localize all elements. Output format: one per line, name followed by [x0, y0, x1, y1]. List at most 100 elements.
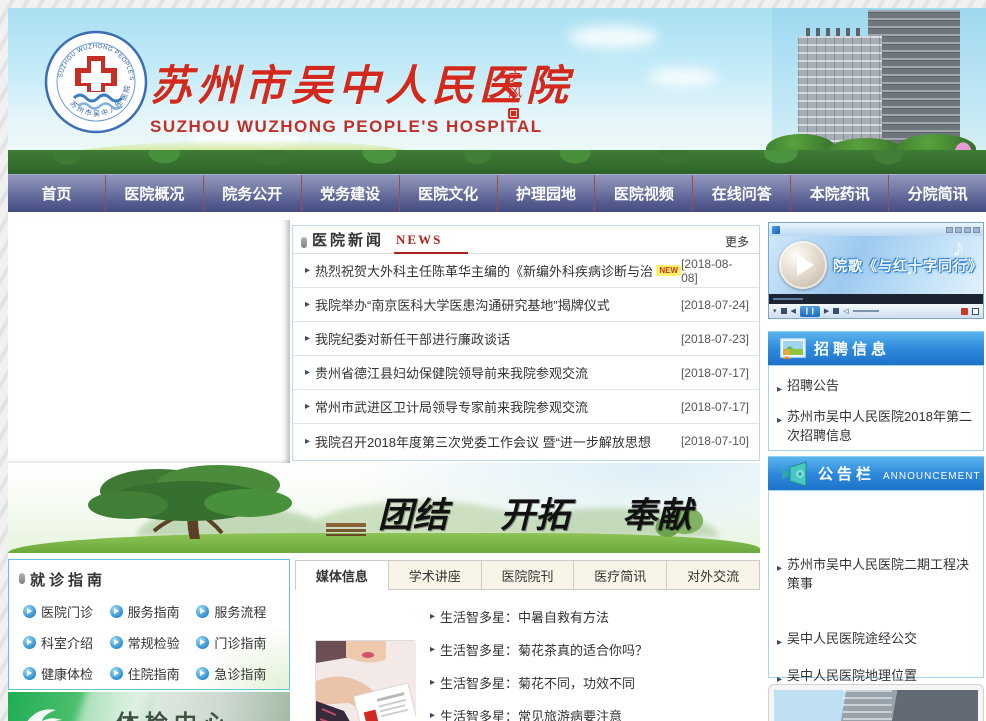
- main-nav: 首页 医院概况 院务公开 党务建设 医院文化 护理园地 医院视频 在线问答 本院…: [8, 174, 986, 212]
- hospital-intro-card[interactable]: 医院简介: [768, 684, 984, 721]
- nav-item-home[interactable]: 首页: [8, 175, 106, 212]
- previous-button[interactable]: ◀: [791, 307, 796, 315]
- page-background: SUZHOU WUZHONG PEOPLE'S HOSPITAL 苏州市吴中人民…: [0, 0, 986, 721]
- nav-item-hospital-culture[interactable]: 医院文化: [400, 175, 498, 212]
- hospital-title-en: SUZHOU WUZHONG PEOPLE'S HOSPITAL: [150, 117, 573, 137]
- news-link[interactable]: 热烈祝贺大外科主任陈革华主编的《新编外科疾病诊断与治: [315, 261, 652, 280]
- announcement-header: 公告栏 ANNOUNCEMENT: [768, 456, 984, 490]
- announcement-link[interactable]: 吴中人民医院途经公交: [787, 629, 917, 648]
- tab-medical-briefs[interactable]: 医疗简讯: [574, 561, 667, 590]
- volume-icon[interactable]: ◁: [843, 307, 848, 315]
- player-title-bar: [769, 223, 983, 236]
- arrow-icon: ▸: [305, 436, 310, 447]
- volume-slider[interactable]: [853, 310, 879, 312]
- arrow-icon: ▸: [777, 411, 782, 430]
- news-link[interactable]: 贵州省德江县妇幼保健院领导前来我院参观交流: [315, 363, 588, 382]
- guide-link-emergency-guide[interactable]: 急诊指南: [196, 658, 283, 689]
- image-carousel-placeholder[interactable]: [8, 220, 290, 463]
- guide-link-service-guide[interactable]: 服务指南: [110, 596, 197, 627]
- nav-item-party-building[interactable]: 党务建设: [302, 175, 400, 212]
- arrow-icon: ▸: [305, 333, 310, 344]
- nav-item-nursing-garden[interactable]: 护理园地: [498, 175, 596, 212]
- record-icon[interactable]: [961, 308, 968, 315]
- news-link[interactable]: 我院举办“南京医科大学医患沟通研究基地”揭牌仪式: [315, 295, 610, 314]
- video-player[interactable]: ♪ ♫ 院歌《与红十字同行》 ▾ ◀ ❙❙ ▶ ◁: [768, 222, 984, 319]
- media-link[interactable]: 生活智多星：中暑自救有方法: [440, 607, 609, 626]
- minimize-icon[interactable]: [955, 227, 962, 233]
- video-caption: 院歌《与红十字同行》: [833, 256, 983, 276]
- announcement-link[interactable]: 吴中人民医院地理位置: [787, 666, 917, 685]
- recruit-link[interactable]: 招聘公告: [787, 376, 839, 395]
- guide-link-inpatient-guide[interactable]: 住院指南: [110, 658, 197, 689]
- tab-external-exchange[interactable]: 对外交流: [667, 561, 760, 590]
- guide-link-health-checkup[interactable]: 健康体检: [23, 658, 110, 689]
- nav-item-online-qa[interactable]: 在线问答: [693, 175, 791, 212]
- motto-banner: 团结 开拓 奉献: [8, 463, 760, 553]
- recruit-header: 招聘信息: [768, 331, 984, 365]
- guide-label: 急诊指南: [214, 664, 266, 683]
- circle-arrow-icon: [196, 667, 209, 680]
- bullet-icon: [19, 573, 25, 584]
- settings-icon[interactable]: [946, 227, 953, 233]
- header-banner: SUZHOU WUZHONG PEOPLE'S HOSPITAL 苏州市吴中人民…: [8, 8, 986, 174]
- news-link[interactable]: 我院召开2018年度第三次党委工作会议 暨“进一步解放思想: [315, 432, 651, 451]
- progress-bar[interactable]: [769, 294, 983, 304]
- next-button[interactable]: ▶: [824, 307, 829, 315]
- news-link[interactable]: 我院纪委对新任干部进行廉政谈话: [315, 329, 510, 348]
- news-more-link[interactable]: 更多: [725, 233, 749, 250]
- recruit-link[interactable]: 苏州市吴中人民医院2018年第二次招聘信息: [787, 407, 975, 445]
- news-link[interactable]: 常州市武进区卫计局领导专家前来我院参观交流: [315, 397, 588, 416]
- tab-academic-lectures[interactable]: 学术讲座: [389, 561, 482, 590]
- options-dropdown-icon[interactable]: ▾: [773, 307, 777, 315]
- media-item: ▸ 生活智多星：常见旅游病要注意: [430, 699, 760, 721]
- nav-item-hospital-affairs[interactable]: 院务公开: [204, 175, 302, 212]
- nav-item-pharmacy-news[interactable]: 本院药讯: [791, 175, 889, 212]
- news-date: [2018-07-23]: [681, 332, 749, 346]
- news-date: [2018-07-17]: [681, 366, 749, 380]
- media-link[interactable]: 生活智多星：常见旅游病要注意: [440, 706, 622, 721]
- media-item: ▸ 生活智多星：菊花不同，功效不同: [430, 666, 760, 699]
- play-button[interactable]: [779, 241, 827, 289]
- stop-button[interactable]: [781, 308, 787, 314]
- motto-word: 奉献: [622, 487, 692, 538]
- recruit-item: ▸ 招聘公告: [777, 376, 975, 399]
- checkup-banner[interactable]: 体检中心: [8, 692, 290, 721]
- nav-item-hospital-video[interactable]: 医院视频: [595, 175, 693, 212]
- guide-link-outpatient-guide[interactable]: 门诊指南: [196, 627, 283, 658]
- news-row: ▸ 常州市武进区卫计局领导专家前来我院参观交流 [2018-07-17]: [293, 390, 759, 424]
- nav-item-branch-news[interactable]: 分院简讯: [889, 175, 986, 212]
- tab-hospital-journal[interactable]: 医院院刊: [482, 561, 575, 590]
- guide-grid: 医院门诊 服务指南 服务流程 科室介绍 常规检验 门诊指南 健康体检 住院指南 …: [9, 594, 289, 689]
- arrow-icon: ▸: [305, 401, 310, 412]
- maximize-icon[interactable]: [964, 227, 971, 233]
- guide-link-outpatient[interactable]: 医院门诊: [23, 596, 110, 627]
- media-link[interactable]: 生活智多星：菊花不同，功效不同: [440, 673, 635, 692]
- media-item: ▸ 生活智多星：菊花茶真的适合你吗？: [430, 633, 760, 666]
- intro-building-image: [774, 690, 978, 721]
- circle-arrow-icon: [196, 636, 209, 649]
- news-panel-title: 医院新闻: [312, 229, 384, 250]
- guide-link-departments[interactable]: 科室介绍: [23, 627, 110, 658]
- close-icon[interactable]: [973, 227, 980, 233]
- guide-label: 科室介绍: [41, 633, 93, 652]
- player-viewport[interactable]: ♪ ♫ 院歌《与红十字同行》: [769, 236, 983, 294]
- nav-item-hospital-overview[interactable]: 医院概况: [106, 175, 204, 212]
- recruit-title: 招聘信息: [814, 338, 890, 359]
- news-date: [2018-08-08]: [681, 257, 749, 285]
- recruit-item: ▸ 苏州市吴中人民医院2018年第二次招聘信息: [777, 407, 975, 445]
- circle-arrow-icon: [23, 605, 36, 618]
- playlist-button[interactable]: [833, 308, 839, 314]
- tab-media-info[interactable]: 媒体信息: [296, 561, 389, 590]
- tab-bar: 媒体信息 学术讲座 医院院刊 医疗简讯 对外交流: [295, 560, 760, 590]
- recruit-panel: ▸ 招聘公告 ▸ 苏州市吴中人民医院2018年第二次招聘信息: [768, 365, 984, 451]
- player-app-icon: [772, 226, 780, 234]
- checkbox-icon[interactable]: [972, 308, 979, 315]
- news-row: ▸ 我院召开2018年度第三次党委工作会议 暨“进一步解放思想 [2018-07…: [293, 424, 759, 458]
- guide-link-service-flow[interactable]: 服务流程: [196, 596, 283, 627]
- guide-link-routine-tests[interactable]: 常规检验: [110, 627, 197, 658]
- guide-label: 常规检验: [128, 633, 180, 652]
- media-link[interactable]: 生活智多星：菊花茶真的适合你吗？: [440, 640, 648, 659]
- announcement-subtitle: ANNOUNCEMENT: [883, 471, 981, 482]
- pause-button[interactable]: ❙❙: [800, 306, 820, 317]
- announcement-link[interactable]: 苏州市吴中人民医院二期工程决策事: [787, 555, 975, 593]
